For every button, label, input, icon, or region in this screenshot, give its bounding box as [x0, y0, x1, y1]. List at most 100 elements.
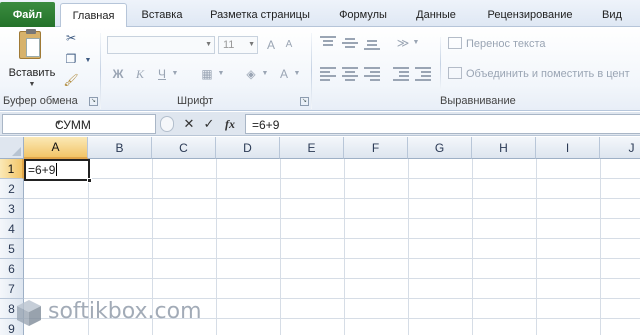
- chevron-down-icon: ▼: [248, 41, 255, 48]
- chevron-down-icon: ▼: [28, 81, 36, 88]
- row-header-6[interactable]: 6: [0, 259, 24, 279]
- chevron-down-icon[interactable]: ▼: [411, 34, 421, 52]
- fill-handle[interactable]: [87, 178, 92, 183]
- ribbon-tab-bar: Файл Главная Вставка Разметка страницы Ф…: [0, 0, 640, 28]
- gridline: [344, 159, 345, 335]
- gridline: [24, 198, 640, 199]
- gridline: [408, 159, 409, 335]
- copy-icon[interactable]: ❐: [63, 51, 79, 67]
- row-header-7[interactable]: 7: [0, 279, 24, 299]
- wrap-text-button[interactable]: Перенос текста: [448, 35, 546, 53]
- underline-button[interactable]: Ч: [154, 65, 170, 83]
- decrease-indent-icon[interactable]: [393, 67, 409, 81]
- column-header-b[interactable]: B: [88, 137, 152, 159]
- column-header-e[interactable]: E: [280, 137, 344, 159]
- gridline: [24, 258, 640, 259]
- tab-home[interactable]: Главная: [60, 3, 127, 28]
- align-top-icon[interactable]: [320, 36, 336, 50]
- row-header-5[interactable]: 5: [0, 239, 24, 259]
- formula-input[interactable]: =6+9: [245, 114, 640, 134]
- align-middle-icon[interactable]: [342, 36, 358, 50]
- select-all-button[interactable]: [0, 137, 24, 159]
- group-label-font: Шрифт: [177, 95, 214, 107]
- name-box[interactable]: СУММ ▼: [2, 114, 156, 134]
- dialog-launcher-icon[interactable]: ↘: [300, 97, 309, 106]
- wrap-text-icon: [448, 37, 462, 49]
- column-header-a[interactable]: A: [24, 137, 88, 159]
- align-bottom-icon[interactable]: [364, 36, 380, 50]
- font-size-value: 11: [223, 39, 235, 51]
- shrink-font-button[interactable]: A: [283, 36, 295, 54]
- cube-logo-icon: [17, 300, 41, 326]
- column-header-f[interactable]: F: [344, 137, 408, 159]
- fill-color-icon[interactable]: ◈: [242, 65, 260, 83]
- gridline: [24, 218, 640, 219]
- gridline: [280, 159, 281, 335]
- formula-bar: СУММ ▼ ✕ ✓ fx =6+9: [0, 112, 640, 136]
- dialog-launcher-icon[interactable]: ↘: [89, 97, 98, 106]
- cell-value: =6+9: [28, 163, 58, 177]
- gridline: [600, 159, 601, 335]
- grow-font-button[interactable]: A: [264, 36, 278, 54]
- chevron-down-icon[interactable]: ▼: [216, 65, 226, 83]
- font-color-button[interactable]: A: [276, 65, 292, 83]
- active-cell-a1[interactable]: =6+9: [24, 159, 92, 183]
- group-label-clipboard: Буфер обмена: [3, 95, 78, 107]
- tab-file[interactable]: Файл: [0, 2, 55, 27]
- merge-cells-icon: [448, 67, 462, 79]
- row-header-4[interactable]: 4: [0, 219, 24, 239]
- row-header-2[interactable]: 2: [0, 179, 24, 199]
- group-label-alignment: Выравнивание: [440, 95, 516, 107]
- tab-formulas[interactable]: Формулы: [330, 3, 396, 27]
- chevron-down-icon[interactable]: ▼: [80, 53, 96, 69]
- column-header-g[interactable]: G: [408, 137, 472, 159]
- insert-function-button[interactable]: fx: [221, 115, 239, 133]
- align-right-icon[interactable]: [364, 67, 380, 81]
- gridline: [472, 159, 473, 335]
- column-header-i[interactable]: I: [536, 137, 600, 159]
- font-size-select[interactable]: 11 ▼: [218, 36, 258, 54]
- paste-button[interactable]: Вставить ▼: [6, 29, 58, 93]
- row-header-1[interactable]: 1: [0, 159, 24, 179]
- enter-icon[interactable]: ✓: [200, 115, 218, 133]
- increase-indent-icon[interactable]: [415, 67, 431, 81]
- chevron-down-icon[interactable]: ▼: [260, 65, 270, 83]
- column-header-c[interactable]: C: [152, 137, 216, 159]
- tab-page-layout[interactable]: Разметка страницы: [201, 3, 319, 27]
- column-header-j[interactable]: J: [600, 137, 640, 159]
- merge-center-label: Объединить и поместить в цент: [466, 68, 630, 80]
- paste-label: Вставить: [8, 67, 56, 79]
- formula-bar-resize-handle[interactable]: [160, 116, 174, 132]
- font-name-select[interactable]: ▼: [107, 36, 215, 54]
- format-painter-icon[interactable]: 🖌: [63, 72, 79, 88]
- chevron-down-icon[interactable]: ▼: [170, 65, 180, 83]
- chevron-down-icon: ▼: [205, 41, 212, 48]
- paste-icon: [19, 29, 41, 59]
- tab-review[interactable]: Рецензирование: [478, 3, 582, 27]
- tab-view[interactable]: Вид: [592, 3, 632, 27]
- gridline: [216, 159, 217, 335]
- group-divider: [311, 33, 312, 109]
- tab-insert[interactable]: Вставка: [133, 3, 191, 27]
- cancel-icon[interactable]: ✕: [180, 115, 198, 133]
- gridline: [24, 238, 640, 239]
- wrap-text-label: Перенос текста: [466, 38, 546, 50]
- align-center-icon[interactable]: [342, 67, 358, 81]
- scissors-icon[interactable]: ✂: [63, 30, 79, 46]
- chevron-down-icon[interactable]: ▼: [55, 120, 151, 127]
- column-header-h[interactable]: H: [472, 137, 536, 159]
- formula-text: =6+9: [252, 118, 280, 132]
- gridline: [24, 278, 640, 279]
- row-header-3[interactable]: 3: [0, 199, 24, 219]
- merge-center-button[interactable]: Объединить и поместить в цент: [448, 65, 630, 83]
- group-divider: [440, 37, 441, 91]
- align-left-icon[interactable]: [320, 67, 336, 81]
- orientation-icon[interactable]: ≫: [395, 34, 411, 52]
- borders-icon[interactable]: ▦: [198, 65, 216, 83]
- italic-button[interactable]: К: [132, 65, 148, 83]
- column-header-d[interactable]: D: [216, 137, 280, 159]
- bold-button[interactable]: Ж: [110, 65, 126, 83]
- gridline: [24, 178, 640, 179]
- tab-data[interactable]: Данные: [406, 3, 466, 27]
- chevron-down-icon[interactable]: ▼: [292, 65, 302, 83]
